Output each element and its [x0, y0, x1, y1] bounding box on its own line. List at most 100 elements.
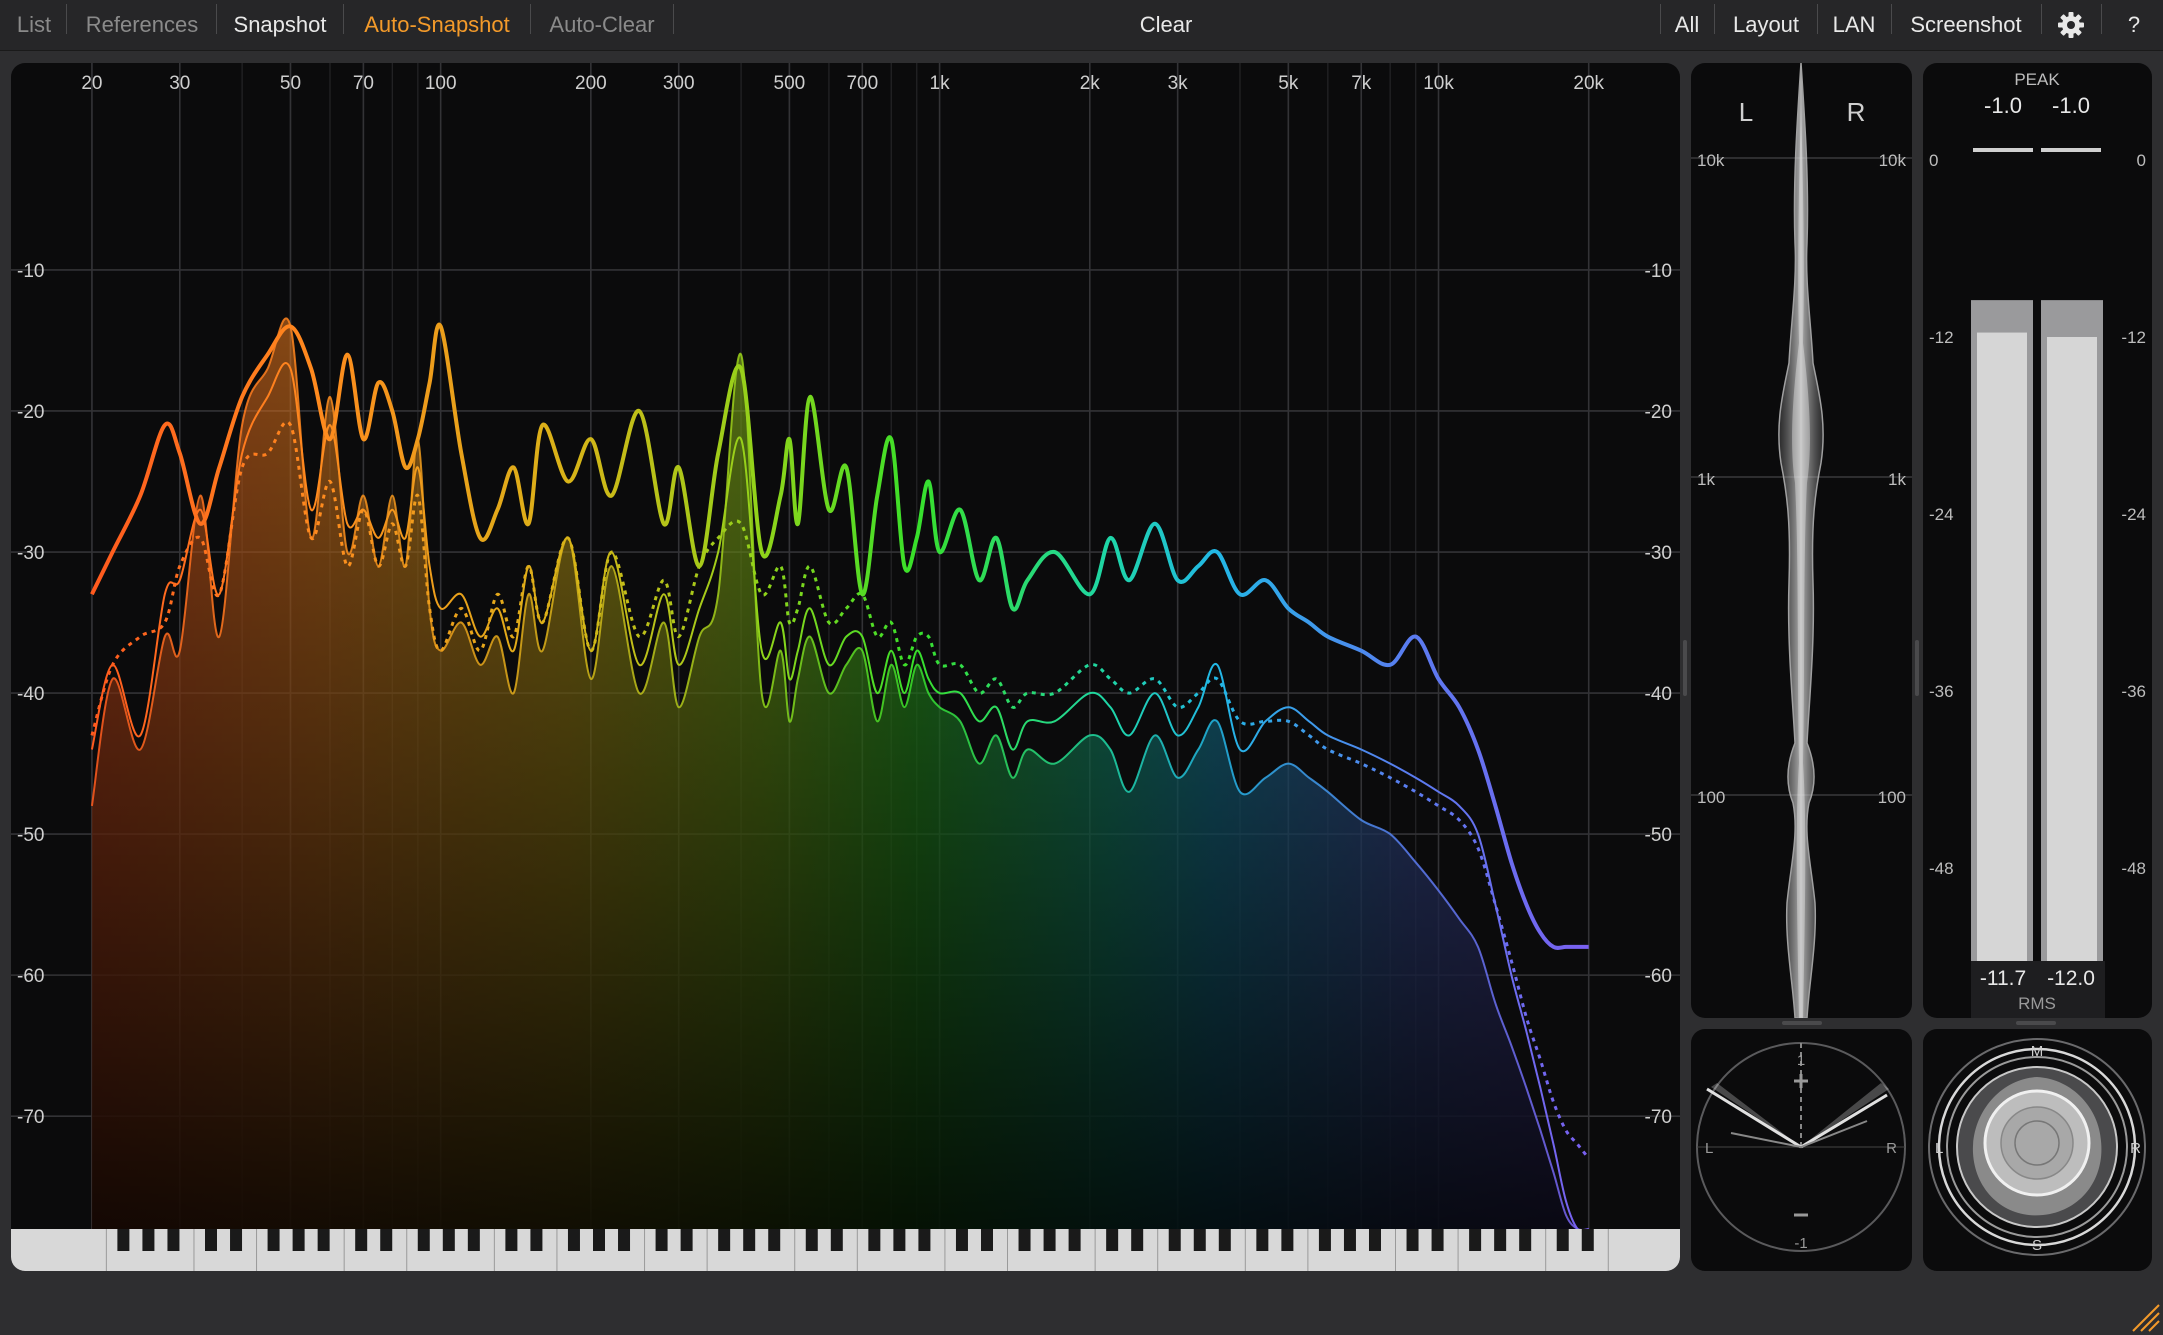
resize-grip-icon[interactable]	[2127, 1299, 2161, 1333]
references-button[interactable]: References	[74, 0, 210, 50]
layout-button[interactable]: Layout	[1720, 0, 1812, 50]
list-button[interactable]: List	[8, 0, 60, 50]
piano-black-key	[567, 1229, 580, 1251]
piano-black-key	[805, 1229, 818, 1251]
piano-black-key	[142, 1229, 155, 1251]
stereo-tick-100-right: 100	[1878, 788, 1906, 807]
meter-scale-label-right: -12	[2121, 328, 2146, 347]
panel-splitter-handle[interactable]	[2016, 1021, 2056, 1025]
piano-black-key	[768, 1229, 781, 1251]
vectorscope-left-label: L	[1705, 1140, 1713, 1157]
db-tick-label-left: -30	[17, 543, 44, 564]
piano-black-key	[442, 1229, 455, 1251]
freq-tick-label: 30	[169, 73, 190, 94]
db-tick-label-left: -20	[17, 402, 44, 423]
piano-black-key	[1218, 1229, 1231, 1251]
peak-right-value[interactable]: -1.0	[2052, 93, 2090, 118]
peak-left-value[interactable]: -1.0	[1984, 93, 2022, 118]
piano-black-key	[530, 1229, 543, 1251]
piano-black-key	[618, 1229, 631, 1251]
piano-black-key	[355, 1229, 368, 1251]
stereo-spectrum-plot: L R 10k 10k 1k 1k 100 100	[1691, 63, 1912, 1018]
toolbar-divider	[2041, 4, 2042, 34]
piano-black-key	[718, 1229, 731, 1251]
auto-clear-toggle[interactable]: Auto-Clear	[538, 0, 666, 50]
freq-tick-label: 20k	[1573, 73, 1604, 94]
stereo-tick-10k-left: 10k	[1697, 151, 1725, 170]
piano-black-key	[955, 1229, 968, 1251]
panel-splitter-handle[interactable]	[1915, 640, 1919, 696]
piano-keyboard	[11, 1229, 1680, 1271]
panel-splitter-handle[interactable]	[1782, 1021, 1822, 1025]
toolbar-divider	[1891, 4, 1892, 34]
db-tick-label-right: -40	[1645, 684, 1672, 705]
auto-snapshot-toggle[interactable]: Auto-Snapshot	[351, 0, 523, 50]
stereo-right-label: R	[1847, 97, 1866, 127]
freq-tick-label: 700	[846, 73, 878, 94]
piano-black-key	[1431, 1229, 1444, 1251]
toolbar-divider	[1817, 4, 1818, 34]
gear-icon[interactable]	[2056, 10, 2086, 40]
piano-black-key	[1193, 1229, 1206, 1251]
toolbar-divider	[673, 4, 674, 34]
piano-black-key	[467, 1229, 480, 1251]
piano-black-key	[267, 1229, 280, 1251]
lan-button[interactable]: LAN	[1823, 0, 1885, 50]
toolbar-divider	[66, 4, 67, 34]
freq-tick-label: 300	[663, 73, 695, 94]
db-tick-label-right: -50	[1645, 825, 1672, 846]
db-tick-label-right: -10	[1645, 261, 1672, 282]
stereo-tick-1k-right: 1k	[1888, 470, 1906, 489]
rms-left-value: -11.7	[1980, 967, 2026, 990]
spectrum-area-shade	[91, 318, 1589, 1231]
correlation-panel: M S L R	[1923, 1029, 2152, 1271]
peak-label: PEAK	[2014, 70, 2060, 89]
clear-button[interactable]: Clear	[1120, 0, 1212, 50]
vectorscope-bottom-label: -1	[1794, 1235, 1807, 1252]
rms-label: RMS	[2018, 994, 2056, 1013]
piano-black-key	[1106, 1229, 1119, 1251]
vectorscope-top-label: 1	[1797, 1052, 1805, 1069]
meter-scale-label-left: -48	[1929, 859, 1954, 878]
all-button[interactable]: All	[1666, 0, 1708, 50]
freq-tick-label: 7k	[1351, 73, 1372, 94]
piano-black-key	[655, 1229, 668, 1251]
panel-splitter-handle[interactable]	[1683, 640, 1687, 696]
piano-black-key	[743, 1229, 756, 1251]
piano-base	[11, 1229, 1680, 1271]
piano-black-key	[1343, 1229, 1356, 1251]
db-tick-label-right: -70	[1645, 1107, 1672, 1128]
phase-correlation-meter: M S L R	[1928, 1038, 2146, 1256]
toolbar-divider	[2101, 4, 2102, 34]
piano-black-key	[868, 1229, 881, 1251]
piano-black-key	[230, 1229, 243, 1251]
toolbar-divider	[216, 4, 217, 34]
snapshot-button[interactable]: Snapshot	[224, 0, 336, 50]
spectrum-analyzer[interactable]: 20 30 50 70 100 200 300 500 700 1k 2k 3k 5k 7k 10k 20k -…	[11, 63, 1680, 1271]
toolbar-divider	[530, 4, 531, 34]
piano-black-key	[317, 1229, 330, 1251]
vectorscope-trace-right	[1800, 1093, 1888, 1149]
toolbar-divider	[343, 4, 344, 34]
db-tick-label-right: -20	[1645, 402, 1672, 423]
stereo-left-label: L	[1739, 97, 1753, 127]
correlation-right-label: R	[2130, 1140, 2141, 1157]
screenshot-button[interactable]: Screenshot	[1897, 0, 2035, 50]
freq-tick-label: 20	[81, 73, 102, 94]
correlation-bottom-label: S	[2032, 1237, 2042, 1254]
piano-black-key	[1256, 1229, 1269, 1251]
stereo-spectrum-panel: L R 10k 10k 1k 1k 100 100	[1691, 63, 1912, 1018]
db-tick-label-left: -10	[17, 261, 44, 282]
toolbar: List References Snapshot Auto-Snapshot A…	[0, 0, 2163, 51]
rms-right-value: -12.0	[2047, 967, 2095, 990]
piano-black-key	[205, 1229, 218, 1251]
help-button[interactable]: ?	[2118, 0, 2150, 50]
level-meter: PEAK -1.0 -1.0 0 0 -12 -12 -24 -24 -36 -36 -48 -4…	[1929, 70, 2146, 1018]
piano-black-key	[1068, 1229, 1081, 1251]
piano-black-key	[918, 1229, 931, 1251]
freq-tick-label: 100	[425, 73, 457, 94]
toolbar-divider	[1660, 4, 1661, 34]
freq-tick-label: 3k	[1168, 73, 1189, 94]
meter-scale-label-right: -24	[2121, 505, 2146, 524]
piano-black-key	[980, 1229, 993, 1251]
